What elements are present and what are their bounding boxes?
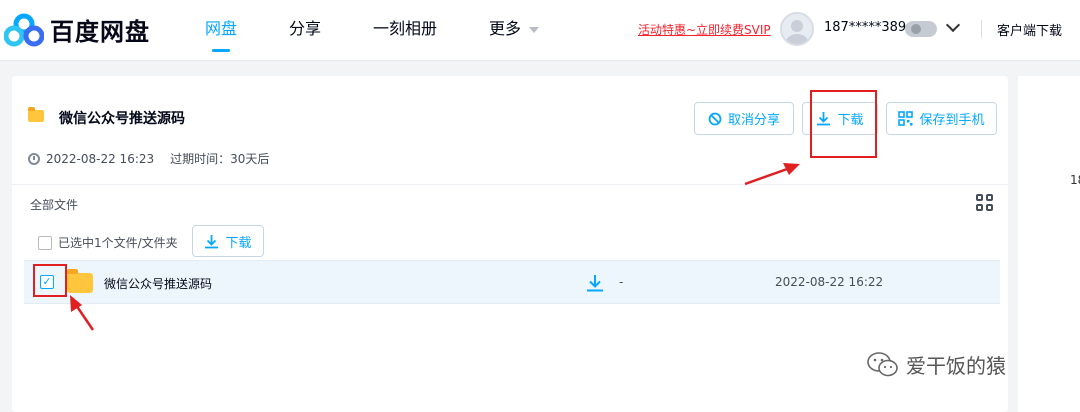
annotation-arrow-download — [744, 166, 791, 186]
watermark: 爱干饭的猿 — [866, 350, 1006, 379]
wechat-icon — [867, 351, 898, 376]
annotation-arrow-checkbox — [74, 304, 95, 331]
watermark-text: 爱干饭的猿 — [906, 354, 1006, 378]
